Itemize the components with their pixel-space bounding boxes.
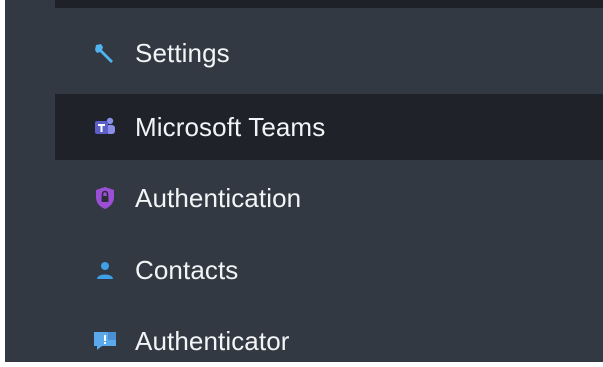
sidebar-item-authentication[interactable]: Authentication [5,165,603,231]
teams-icon [92,114,118,140]
person-icon [92,257,118,283]
sidebar-item-label: Microsoft Teams [135,111,326,142]
sidebar-item-microsoft-teams[interactable]: Microsoft Teams [55,94,603,160]
sidebar-item-label: Authenticator [135,325,290,356]
sidebar-item-contacts[interactable]: Contacts [5,237,603,303]
sidebar-panel: Settings Microsoft Teams Authentication … [5,0,603,362]
sidebar-item-label: Settings [135,37,230,68]
sidebar-item-label: Contacts [135,254,239,285]
sidebar-item-settings[interactable]: Settings [5,20,603,86]
sidebar-item-label: Authentication [135,182,302,213]
top-divider [55,0,603,8]
shield-lock-icon [92,185,118,211]
sidebar-item-authenticator[interactable]: Authenticator [5,308,603,362]
bottom-edge [0,362,603,367]
chat-alert-icon [92,328,118,354]
wrench-icon [92,40,118,66]
